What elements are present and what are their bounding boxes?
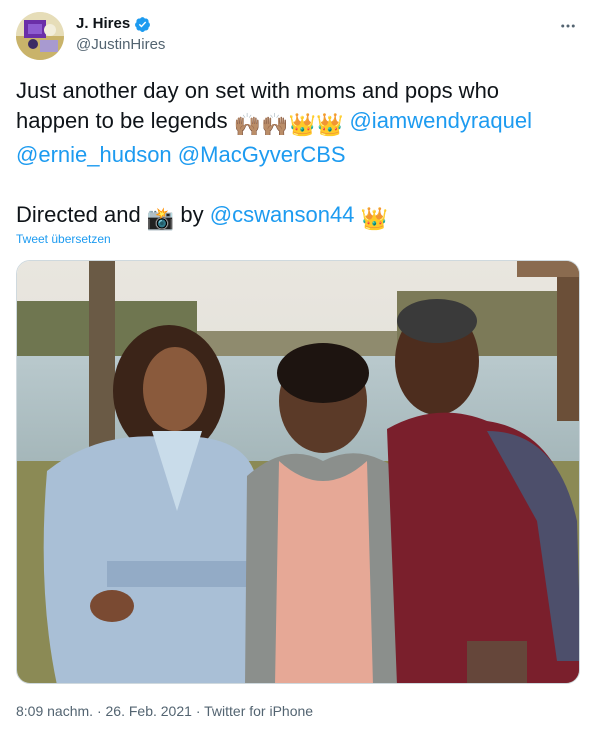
translate-tweet-link[interactable]: Tweet übersetzen bbox=[16, 232, 111, 246]
tweet-meta: 8:09 nachm. · 26. Feb. 2021 · Twitter fo… bbox=[16, 703, 313, 719]
tweet-line-4: Directed and 📸 by @cswanson44 👑 bbox=[16, 200, 586, 234]
tweet-source[interactable]: Twitter for iPhone bbox=[204, 703, 313, 719]
author-name-row[interactable]: J. Hires bbox=[76, 14, 151, 34]
meta-separator: · bbox=[195, 703, 201, 719]
tweet-date[interactable]: 26. Feb. 2021 bbox=[106, 703, 192, 719]
raised-hands-crown-emoji-icon: 🙌🏽🙌🏽👑👑 bbox=[233, 112, 344, 137]
mention-link[interactable]: @MacGyverCBS bbox=[178, 142, 346, 167]
tweet-line-1: Just another day on set with moms and po… bbox=[16, 76, 586, 106]
tweet-text-segment: by bbox=[180, 202, 204, 227]
photo-image bbox=[17, 261, 579, 683]
verified-badge-icon bbox=[135, 16, 151, 32]
mention-link[interactable]: @ernie_hudson bbox=[16, 142, 172, 167]
tweet-text-segment: happen to be legends bbox=[16, 108, 228, 133]
author-handle[interactable]: @JustinHires bbox=[76, 35, 165, 55]
tweet-text-segment: Directed and bbox=[16, 202, 141, 227]
more-options-button[interactable] bbox=[554, 12, 582, 40]
avatar-image bbox=[16, 12, 64, 60]
mention-link[interactable]: @iamwendyraquel bbox=[349, 108, 532, 133]
more-dots-icon bbox=[561, 24, 575, 28]
crown-emoji-icon: 👑 bbox=[360, 206, 388, 231]
tweet-text: Just another day on set with moms and po… bbox=[16, 76, 586, 234]
tweet-text-segment: Just another day on set with moms and po… bbox=[16, 78, 500, 103]
meta-separator: · bbox=[96, 703, 102, 719]
tweet-time[interactable]: 8:09 nachm. bbox=[16, 703, 93, 719]
camera-emoji-icon: 📸 bbox=[146, 206, 175, 231]
tweet: J. Hires @JustinHires Just another day o… bbox=[0, 0, 596, 733]
tweet-line-3: @ernie_hudson @MacGyverCBS bbox=[16, 140, 586, 170]
mention-link[interactable]: @cswanson44 bbox=[210, 202, 355, 227]
author-avatar[interactable] bbox=[16, 12, 64, 60]
tweet-photo[interactable] bbox=[16, 260, 580, 684]
tweet-line-2: happen to be legends 🙌🏽🙌🏽👑👑 @iamwendyraq… bbox=[16, 106, 586, 140]
author-display-name[interactable]: J. Hires bbox=[76, 14, 130, 34]
author-info: J. Hires @JustinHires bbox=[76, 14, 165, 55]
